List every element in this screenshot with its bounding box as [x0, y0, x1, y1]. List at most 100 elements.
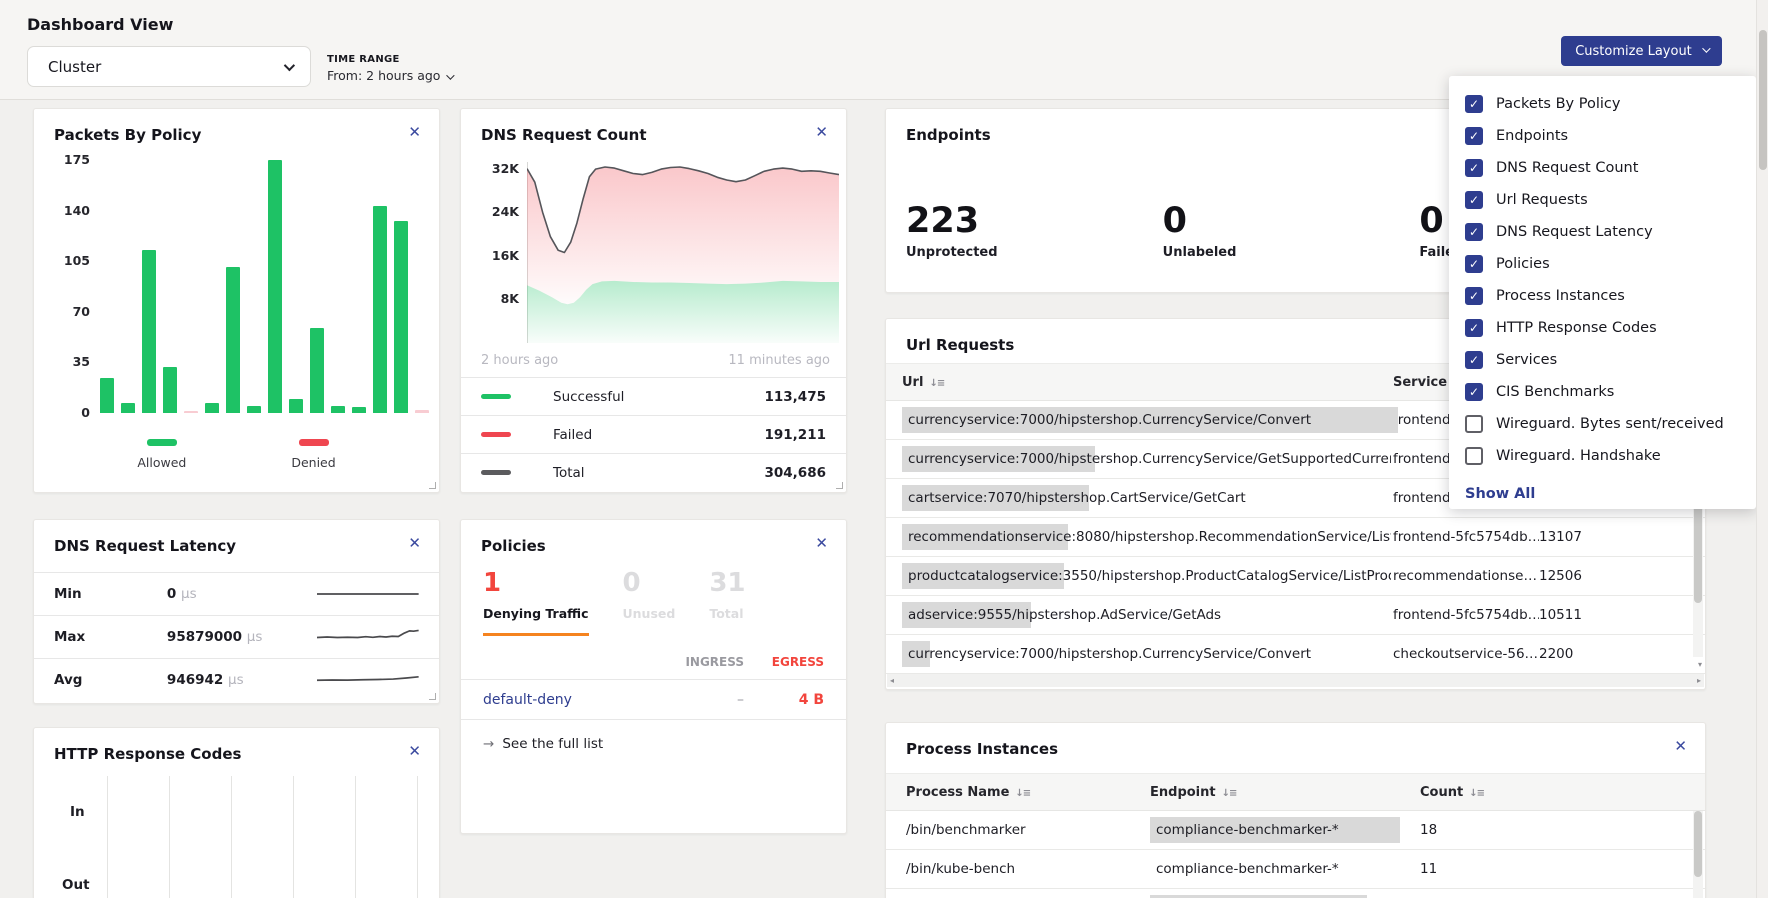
y-tick-label: 175	[50, 152, 90, 167]
endpoint-cell: compliance-benchmarker-*	[1150, 856, 1420, 882]
menu-item-services[interactable]: ✓Services	[1449, 344, 1756, 376]
legend-swatch	[481, 394, 511, 399]
panel-title: Endpoints	[906, 126, 991, 144]
column-header-endpoint[interactable]: Endpoint↓≡	[1150, 785, 1420, 800]
panel-process-instances: Process Instances ✕ Process Name↓≡ Endpo…	[885, 722, 1706, 898]
stat-unused[interactable]: 0 Unused	[623, 570, 676, 636]
checked-checkbox-icon[interactable]: ✓	[1465, 351, 1483, 369]
panel-title: DNS Request Latency	[54, 537, 236, 555]
legend-item-allowed: Allowed	[137, 431, 186, 470]
checked-checkbox-icon[interactable]: ✓	[1465, 127, 1483, 145]
stat-label: Total	[709, 606, 745, 633]
url-cell: currencyservice:7000/hipstershop.Currenc…	[886, 641, 1391, 667]
time-range-from[interactable]: From: 2 hours ago	[327, 68, 452, 83]
unchecked-checkbox-icon[interactable]	[1465, 447, 1483, 465]
sort-icon[interactable]: ↓≡	[929, 378, 944, 389]
stat-label: Unused	[623, 606, 676, 633]
menu-item-dns-request-count[interactable]: ✓DNS Request Count	[1449, 152, 1756, 184]
resize-handle-icon[interactable]	[429, 693, 436, 700]
customize-layout-menu: ✓Packets By Policy✓Endpoints✓DNS Request…	[1449, 76, 1756, 509]
scrollbar-thumb[interactable]	[1759, 30, 1767, 170]
menu-item-cis-benchmarks[interactable]: ✓CIS Benchmarks	[1449, 376, 1756, 408]
scroll-right-icon[interactable]: ▸	[1697, 677, 1701, 685]
url-table-row[interactable]: recommendationservice:8080/hipstershop.R…	[886, 518, 1705, 557]
url-table-row[interactable]: adservice:9555/hipstershop.AdService/Get…	[886, 596, 1705, 635]
resize-handle-icon[interactable]	[429, 482, 436, 489]
scroll-down-icon[interactable]: ▾	[1698, 661, 1702, 669]
sort-icon[interactable]: ↓≡	[1015, 788, 1030, 799]
count-cell: 12506	[1539, 568, 1629, 584]
close-icon[interactable]: ✕	[408, 125, 421, 140]
stat-total[interactable]: 31 Total	[709, 570, 745, 636]
url-table-row[interactable]: currencyservice:7000/hipstershop.Currenc…	[886, 635, 1705, 674]
resize-handle-icon[interactable]	[836, 482, 843, 489]
scrollbar-thumb[interactable]	[1694, 811, 1702, 877]
scroll-left-icon[interactable]: ◂	[890, 677, 894, 685]
menu-item-packets-by-policy[interactable]: ✓ Packets By Policy	[1449, 88, 1756, 120]
checked-checkbox-icon[interactable]: ✓	[1465, 191, 1483, 209]
checked-checkbox-icon[interactable]: ✓	[1465, 159, 1483, 177]
close-icon[interactable]: ✕	[1674, 739, 1687, 754]
legend-swatch	[299, 439, 329, 446]
checked-checkbox-icon[interactable]: ✓	[1465, 255, 1483, 273]
policy-name-link[interactable]: default-deny	[483, 692, 572, 708]
bar-chart	[100, 160, 430, 413]
column-header-count[interactable]: Count↓≡	[1420, 785, 1520, 800]
horizontal-scrollbar[interactable]: ◂ ▸	[887, 674, 1704, 687]
process-table-row[interactable]: /bin/kube-bench compliance-benchmarker-*…	[886, 850, 1705, 889]
sparkline	[317, 667, 421, 693]
process-name-cell: /bin/kube-bench	[886, 861, 1150, 877]
stat-value: 0	[623, 570, 676, 596]
process-table-row[interactable]: /bin/benchmarker compliance-benchmarker-…	[886, 811, 1705, 850]
menu-item-policies[interactable]: ✓Policies	[1449, 248, 1756, 280]
process-table-row[interactable]: benchmarker compliance-benchmarker-* 9	[886, 889, 1705, 898]
close-icon[interactable]: ✕	[815, 125, 828, 140]
show-all-link[interactable]: Show All	[1465, 486, 1535, 502]
menu-item-http-response-codes[interactable]: ✓HTTP Response Codes	[1449, 312, 1756, 344]
latency-row-avg: Avg 946942 µs	[34, 658, 439, 701]
menu-item-dns-request-latency[interactable]: ✓DNS Request Latency	[1449, 216, 1756, 248]
checked-checkbox-icon[interactable]: ✓	[1465, 95, 1483, 113]
policy-row[interactable]: default-deny – 4 B	[461, 680, 846, 720]
sparkline	[317, 624, 421, 650]
menu-item-endpoints[interactable]: ✓Endpoints	[1449, 120, 1756, 152]
y-tick-label: 105	[50, 253, 90, 268]
vertical-scrollbar[interactable]	[1693, 811, 1703, 898]
menu-item-label: Packets By Policy	[1496, 96, 1620, 112]
url-cell: currencyservice:7000/hipstershop.Currenc…	[886, 446, 1391, 472]
column-header-process-name[interactable]: Process Name↓≡	[886, 785, 1150, 800]
checked-checkbox-icon[interactable]: ✓	[1465, 383, 1483, 401]
dns-area-chart-svg	[527, 156, 839, 343]
endpoint-text: compliance-benchmarker-*	[1150, 822, 1339, 838]
url-table-row[interactable]: productcatalogservice:3550/hipstershop.P…	[886, 557, 1705, 596]
menu-item-wireguard-handshake[interactable]: Wireguard. Handshake	[1449, 440, 1756, 472]
panel-dns-request-latency: DNS Request Latency ✕ Min 0 µs Max 95879…	[33, 519, 440, 704]
panel-title: Policies	[481, 537, 546, 555]
url-cell: adservice:9555/hipstershop.AdService/Get…	[886, 602, 1391, 628]
menu-item-process-instances[interactable]: ✓Process Instances	[1449, 280, 1756, 312]
checked-checkbox-icon[interactable]: ✓	[1465, 223, 1483, 241]
url-text: currencyservice:7000/hipstershop.Currenc…	[902, 646, 1311, 662]
legend-swatch	[147, 439, 177, 446]
see-full-list-link[interactable]: →See the full list	[483, 736, 603, 752]
close-icon[interactable]: ✕	[815, 536, 828, 551]
menu-item-wireguard-bytes-sent-received[interactable]: Wireguard. Bytes sent/received	[1449, 408, 1756, 440]
view-select[interactable]: Cluster	[27, 46, 311, 87]
sort-icon[interactable]: ↓≡	[1469, 788, 1484, 799]
close-icon[interactable]: ✕	[408, 744, 421, 759]
close-icon[interactable]: ✕	[408, 536, 421, 551]
panel-title: Process Instances	[906, 740, 1058, 758]
page-scrollbar[interactable]	[1756, 0, 1768, 898]
y-tick-label: 140	[50, 203, 90, 218]
menu-item-url-requests[interactable]: ✓Url Requests	[1449, 184, 1756, 216]
customize-layout-button[interactable]: Customize Layout	[1561, 36, 1722, 66]
column-header-url[interactable]: Url↓≡	[886, 375, 1391, 390]
latency-unit: µs	[228, 672, 244, 688]
stat-denying-traffic[interactable]: 1 Denying Traffic	[483, 570, 589, 636]
legend-row-total: Total304,686	[461, 453, 846, 491]
checked-checkbox-icon[interactable]: ✓	[1465, 287, 1483, 305]
unchecked-checkbox-icon[interactable]	[1465, 415, 1483, 433]
sort-icon[interactable]: ↓≡	[1222, 788, 1237, 799]
checked-checkbox-icon[interactable]: ✓	[1465, 319, 1483, 337]
sparkline	[317, 581, 421, 607]
